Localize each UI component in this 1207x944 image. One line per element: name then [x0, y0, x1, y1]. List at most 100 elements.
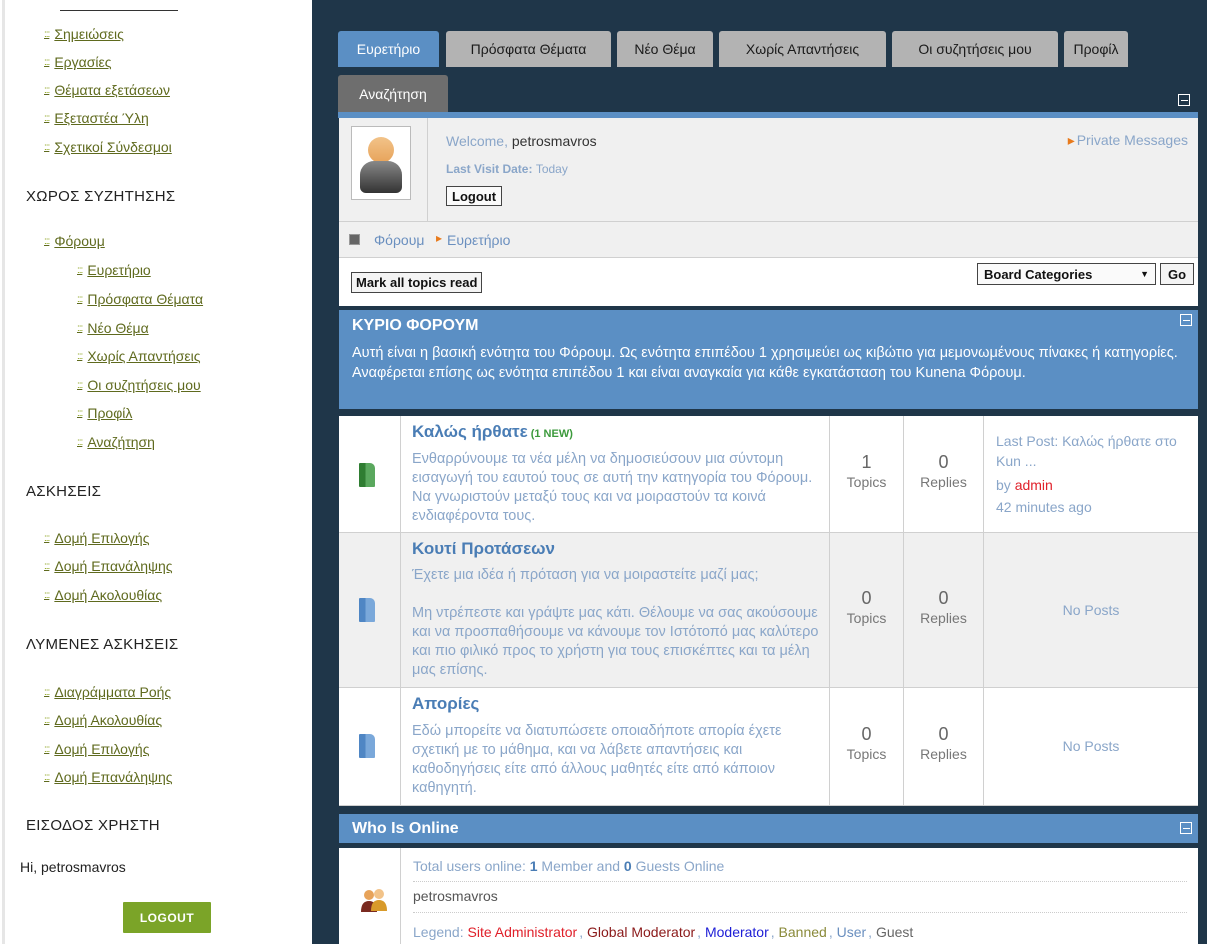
avatar-body-icon — [360, 161, 402, 193]
replies-count: 0 — [938, 588, 949, 608]
tab-my-discussions[interactable]: Οι συζητήσεις μου — [892, 31, 1058, 67]
sidebar-link-sequence[interactable]: ::: Δομή Ακολουθίας — [44, 587, 162, 603]
sidebar-link-new-topic[interactable]: ::: Νέο Θέμα — [77, 320, 149, 336]
online-members-text: Member and — [537, 858, 624, 874]
collapse-icon[interactable] — [1180, 822, 1192, 834]
sidebar-link-flowcharts[interactable]: ::: Διαγράμματα Ροής — [44, 684, 171, 700]
sidebar-link-solved-selection[interactable]: ::: Δομή Επιλογής — [44, 741, 149, 757]
legend-label: Legend: — [413, 924, 468, 940]
legend-global-moderator: Global Moderator — [587, 924, 696, 940]
sidebar-link-exam-material[interactable]: ::: Εξεταστέα Ύλη — [44, 110, 149, 126]
breadcrumb-forum[interactable]: Φόρουμ — [374, 232, 424, 248]
sidebar-link-solved-sequence[interactable]: ::: Δομή Ακολουθίας — [44, 712, 162, 728]
users-icon — [361, 889, 387, 912]
topics-cell: 0 Topics — [830, 533, 904, 687]
forum-info-cell: Καλώς ήρθατε (1 NEW) Ενθαρρύνουμε τα νέα … — [401, 416, 830, 532]
sidebar-link-label: Δομή Επανάληψης — [54, 769, 173, 785]
collapse-icon[interactable] — [1178, 94, 1190, 106]
forum-icon-cell — [339, 688, 401, 805]
sidebar-link-exam-topics[interactable]: ::: Θέματα εξετάσεων — [44, 82, 170, 98]
sidebar-link-profile[interactable]: ::: Προφίλ — [77, 405, 132, 421]
online-guests-text: Guests Online — [631, 858, 725, 874]
forum-icon-cell — [339, 416, 401, 532]
collapse-icon[interactable] — [1180, 314, 1192, 326]
replies-count: 0 — [938, 724, 949, 744]
forum-title-link[interactable]: Κουτί Προτάσεων — [412, 539, 555, 559]
bullet-icon: ::: — [44, 743, 50, 755]
sidebar-link-my-discussions[interactable]: ::: Οι συζητήσεις μου — [77, 377, 201, 393]
forum-description-continued: Μη ντρέπεστε και γράψτε μας κάτι. Θέλουμ… — [412, 605, 819, 678]
bullet-icon: ::: — [44, 532, 50, 544]
divider — [60, 10, 178, 11]
breadcrumb-square-icon — [349, 234, 360, 245]
forum-title: Απορίες — [412, 694, 480, 713]
replies-cell: 0 Replies — [904, 416, 984, 532]
bullet-icon: ::: — [77, 350, 83, 362]
forum-no-new-posts-icon — [359, 598, 375, 622]
breadcrumb-index[interactable]: Ευρετήριο — [447, 232, 510, 248]
legend-moderator: Moderator — [704, 924, 769, 940]
sidebar-link-repetition[interactable]: ::: Δομή Επανάληψης — [44, 558, 173, 574]
logout-button[interactable]: LOGOUT — [123, 902, 211, 933]
divider — [427, 118, 428, 222]
sidebar-link-label: Σημειώσεις — [54, 26, 124, 42]
last-visit: Last Visit Date: Today — [446, 162, 568, 176]
sidebar-link-label: Προφίλ — [87, 405, 133, 421]
online-user-link[interactable]: petrosmavros — [413, 888, 1183, 904]
tab-new-topic[interactable]: Νέο Θέμα — [617, 31, 713, 67]
user-box: Welcome, petrosmavros Last Visit Date: T… — [339, 118, 1198, 222]
legend-site-admin: Site Administrator — [467, 924, 578, 940]
bullet-icon: ::: — [77, 322, 83, 334]
divider — [413, 912, 1187, 913]
sidebar-link-forum[interactable]: ::: Φόρουμ — [44, 233, 105, 249]
sidebar-link-recent-topics[interactable]: ::: Πρόσφατα Θέματα — [77, 291, 203, 307]
forum-info-cell: Απορίες Εδώ μπορείτε να διατυπώσετε οποι… — [401, 688, 830, 805]
sidebar-link-assignments[interactable]: ::: Εργασίες — [44, 54, 111, 70]
sidebar-heading-login: ΕΙΣΟΔΟΣ ΧΡΗΣΤΗ — [26, 817, 160, 834]
sidebar-link-no-replies[interactable]: ::: Χωρίς Απαντήσεις — [77, 348, 201, 364]
forum-title-link[interactable]: Απορίες — [412, 694, 479, 714]
tab-profile[interactable]: Προφίλ — [1064, 31, 1128, 67]
online-icon-cell — [339, 848, 401, 944]
sidebar-link-label: Αναζήτηση — [87, 434, 155, 450]
online-totals-prefix: Total users online: — [413, 858, 530, 874]
sidebar-link-label: Σχετικοί Σύνδεσμοι — [54, 139, 172, 155]
mark-all-read-button[interactable]: Mark all topics read — [351, 272, 483, 293]
sidebar-link-solved-repetition[interactable]: ::: Δομή Επανάληψης — [44, 769, 173, 785]
bullet-icon: ::: — [44, 686, 50, 698]
sidebar-link-index[interactable]: ::: Ευρετήριο — [77, 262, 151, 278]
sidebar-link-notes[interactable]: ::: Σημειώσεις — [44, 26, 124, 42]
sidebar-heading-forum: ΧΩΡΟΣ ΣΥΖΗΤΗΣΗΣ — [26, 188, 176, 205]
logout-link-button[interactable]: Logout — [446, 186, 503, 206]
avatar — [351, 126, 411, 200]
forum-row: Απορίες Εδώ μπορείτε να διατυπώσετε οποι… — [339, 688, 1198, 806]
bullet-icon: ::: — [44, 560, 50, 572]
go-button[interactable]: Go — [1160, 263, 1194, 285]
tab-recent-topics[interactable]: Πρόσφατα Θέματα — [446, 31, 611, 67]
private-messages-link[interactable]: Private Messages — [1068, 132, 1188, 149]
forum-toolbar: Mark all topics read Board Categories ▼ … — [339, 258, 1198, 306]
sidebar-link-label: Φόρουμ — [54, 233, 105, 249]
bullet-icon: ::: — [77, 379, 83, 391]
sidebar-heading-solved: ΛΥΜΕΝΕΣ ΑΣΚΗΣΕΙΣ — [26, 636, 179, 653]
forum-description: Ενθαρρύνουμε τα νέα μέλη να δημοσιεύσουν… — [412, 451, 813, 524]
board-categories-select[interactable]: Board Categories ▼ — [977, 263, 1156, 285]
sidebar-link-search[interactable]: ::: Αναζήτηση — [77, 434, 155, 450]
last-post-link[interactable]: Last Post: Καλώς ήρθατε στο Kun ... — [996, 431, 1192, 471]
tab-no-replies[interactable]: Χωρίς Απαντήσεις — [719, 31, 886, 67]
forum-title-link[interactable]: Καλώς ήρθατε (1 NEW) — [412, 422, 573, 442]
sidebar-link-selection[interactable]: ::: Δομή Επιλογής — [44, 530, 149, 546]
tab-index[interactable]: Ευρετήριο — [338, 31, 439, 67]
replies-count: 0 — [938, 452, 949, 472]
no-posts-text: No Posts — [1062, 738, 1120, 754]
sidebar-link-label: Θέματα εξετάσεων — [54, 82, 170, 98]
tab-search[interactable]: Αναζήτηση — [338, 75, 448, 113]
board-select-value: Board Categories — [984, 266, 1093, 282]
bullet-icon: ::: — [77, 264, 83, 276]
bullet-icon: ::: — [44, 589, 50, 601]
sidebar-link-label: Δομή Επανάληψης — [54, 558, 173, 574]
forum-main: Ευρετήριο Πρόσφατα Θέματα Νέο Θέμα Χωρίς… — [312, 0, 1207, 944]
author-link[interactable]: admin — [1015, 477, 1053, 493]
last-post-cell: No Posts — [984, 533, 1198, 687]
sidebar-link-related-links[interactable]: ::: Σχετικοί Σύνδεσμοι — [44, 139, 172, 155]
